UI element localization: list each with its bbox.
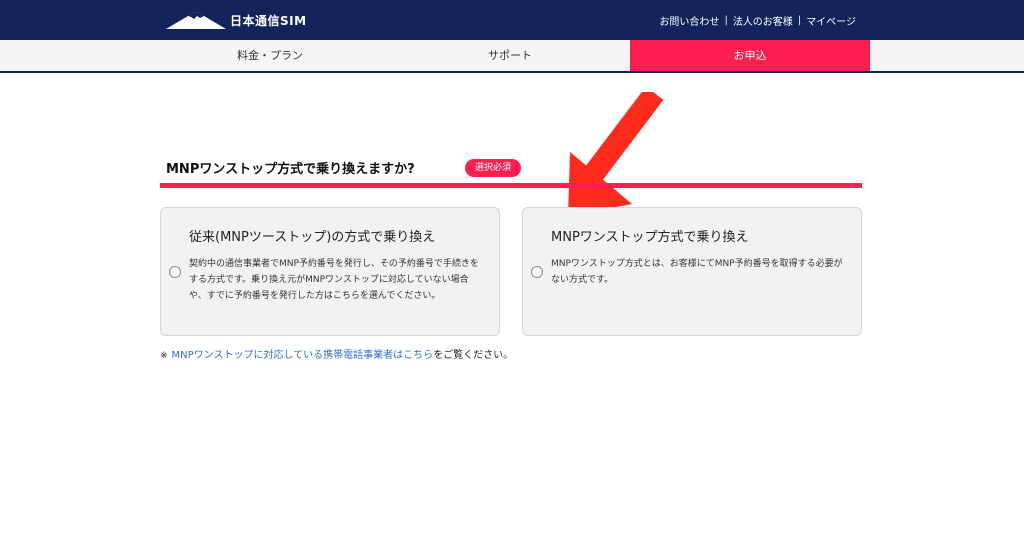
main-nav: 料金・プラン サポート お申込: [0, 40, 1024, 73]
option-card-one-stop[interactable]: MNPワンストップ方式で乗り換え MNPワンストップ方式とは、お客様にてMNP予…: [522, 207, 862, 336]
link-separator: |: [724, 15, 728, 26]
site-header: 日本通信SIM お問い合わせ | 法人のお客様 | マイページ: [0, 0, 1024, 40]
nav-item-apply[interactable]: お申込: [630, 40, 870, 71]
carrier-list-link[interactable]: MNPワンストップに対応している携帯電話事業者はこちら: [172, 350, 434, 361]
business-link[interactable]: 法人のお客様: [733, 13, 793, 28]
carrier-note: ※ MNPワンストップに対応している携帯電話事業者はこちらをご覧ください。: [160, 346, 513, 361]
radio-one-stop[interactable]: [531, 266, 543, 278]
option-description: 契約中の通信事業者でMNP予約番号を発行し、その予約番号で手続きをする方式です。…: [189, 259, 479, 301]
contact-link[interactable]: お問い合わせ: [659, 13, 719, 28]
mount-fuji-icon: [166, 12, 226, 29]
option-description: MNPワンストップ方式とは、お客様にてMNP予約番号を取得する必要がない方式です…: [551, 259, 843, 285]
option-title: 従来(MNPツーストップ)の方式で乗り換え: [189, 230, 436, 245]
top-links: お問い合わせ | 法人のお客様 | マイページ: [659, 13, 856, 28]
question-title: MNPワンストップ方式で乗り換えますか?: [166, 162, 415, 177]
nav-item-support[interactable]: サポート: [390, 40, 630, 71]
note-suffix: をご覧ください。: [433, 350, 514, 361]
mypage-link[interactable]: マイページ: [806, 13, 856, 28]
site-logo[interactable]: 日本通信SIM: [166, 8, 307, 32]
radio-two-stop[interactable]: [169, 266, 181, 278]
option-card-two-stop[interactable]: 従来(MNPツーストップ)の方式で乗り換え 契約中の通信事業者でMNP予約番号を…: [160, 207, 500, 336]
title-divider: [160, 183, 862, 188]
note-mark: ※: [160, 351, 168, 361]
option-title: MNPワンストップ方式で乗り換え: [551, 230, 749, 245]
red-arrow-annotation-icon: [568, 92, 664, 216]
link-separator: |: [797, 15, 802, 26]
logo-text: 日本通信SIM: [230, 13, 307, 28]
required-badge: 選択必須: [465, 159, 521, 177]
nav-item-pricing[interactable]: 料金・プラン: [150, 40, 390, 71]
